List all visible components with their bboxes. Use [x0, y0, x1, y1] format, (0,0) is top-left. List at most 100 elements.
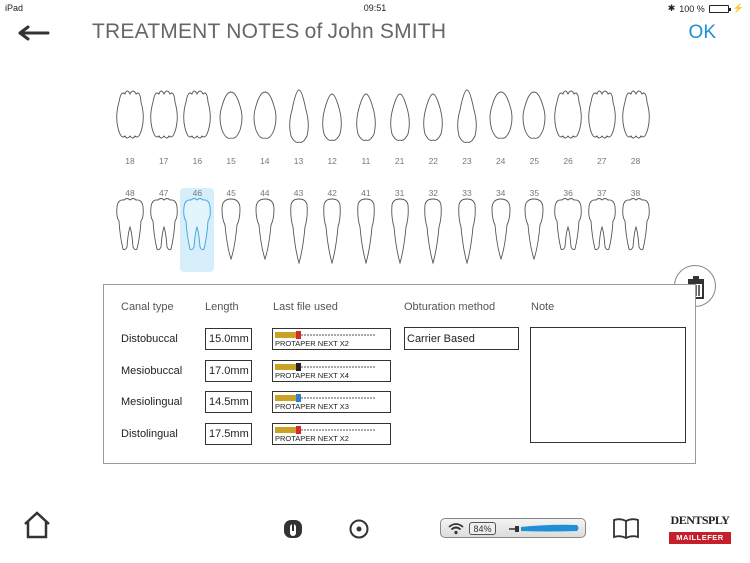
tooth-18[interactable]: 18 [113, 88, 147, 168]
tooth-number: 17 [158, 156, 169, 166]
tooth-drawing [621, 198, 650, 251]
tooth-number: 42 [327, 188, 337, 198]
tooth-41[interactable]: 41 [349, 185, 383, 273]
file-instrument-icon [275, 394, 375, 402]
tooth-36[interactable]: 36 [551, 185, 585, 273]
tooth-drawing [457, 89, 477, 143]
tooth-15[interactable]: 15 [214, 88, 248, 168]
canal-length-field[interactable]: 15.0mm [205, 328, 252, 350]
treatment-notes-panel: Canal type Length Last file used Obturat… [103, 284, 696, 464]
tooth-26[interactable]: 26 [551, 88, 585, 168]
motor-target-icon[interactable] [348, 518, 370, 540]
tooth-number: 47 [158, 188, 169, 198]
tooth-43[interactable]: 43 [282, 185, 316, 273]
canal-length-field[interactable]: 17.0mm [205, 359, 252, 382]
last-file-selector[interactable]: PROTAPER NEXT X4 [272, 359, 391, 382]
tooth-number: 46 [192, 188, 203, 198]
tooth-21[interactable]: 21 [383, 88, 417, 168]
tooth-22[interactable]: 22 [416, 88, 450, 168]
file-instrument-icon [275, 425, 375, 434]
tooth-number: 15 [226, 156, 236, 166]
tooth-drawing [522, 91, 546, 139]
file-name: PROTAPER NEXT X2 [275, 339, 349, 348]
tooth-drawing [322, 93, 342, 141]
last-file-selector[interactable]: PROTAPER NEXT X2 [272, 328, 391, 350]
canal-type-label: Mesiobuccal [121, 364, 183, 377]
note-field[interactable] [530, 327, 686, 443]
tooth-drawing [183, 90, 212, 139]
tooth-drawing [489, 91, 513, 139]
tooth-42[interactable]: 42 [315, 185, 349, 273]
tooth-16[interactable]: 16 [180, 88, 214, 168]
tooth-number: 35 [529, 188, 540, 198]
tooth-38[interactable]: 38 [619, 185, 653, 273]
tooth-13[interactable]: 13 [282, 88, 316, 168]
tooth-drawing [253, 91, 277, 139]
file-instrument-icon [275, 331, 375, 339]
tooth-drawing [183, 198, 212, 251]
apex-locator-icon[interactable] [282, 518, 304, 540]
tooth-48[interactable]: 48 [113, 185, 147, 273]
tooth-25[interactable]: 25 [517, 88, 551, 168]
tooth-number: 38 [630, 188, 641, 198]
motor-battery-percent: 84% [469, 522, 496, 535]
tooth-11[interactable]: 11 [349, 88, 383, 168]
manual-book-icon[interactable] [612, 517, 640, 539]
tooth-drawing [116, 90, 144, 139]
tooth-number: 28 [630, 156, 641, 166]
canal-type-label: Distobuccal [121, 333, 178, 345]
tooth-drawing [288, 89, 309, 143]
tooth-45[interactable]: 45 [214, 185, 248, 273]
tooth-33[interactable]: 33 [450, 185, 484, 273]
tooth-number: 44 [260, 188, 270, 198]
tooth-drawing [356, 93, 376, 141]
tooth-44[interactable]: 44 [248, 185, 282, 273]
tooth-31[interactable]: 31 [383, 185, 417, 273]
tooth-number: 37 [597, 188, 607, 198]
tooth-28[interactable]: 28 [619, 88, 653, 168]
tooth-number: 13 [293, 156, 304, 166]
wifi-icon [448, 523, 464, 535]
handpiece-icon [509, 524, 579, 532]
tooth-46[interactable]: 46 [180, 185, 215, 273]
tooth-37[interactable]: 37 [585, 185, 619, 273]
header-length: Length [205, 301, 239, 313]
tooth-drawing [116, 198, 144, 251]
tooth-35[interactable]: 35 [517, 185, 551, 273]
motor-status-bar[interactable]: 84% [440, 518, 586, 538]
file-instrument-icon [275, 362, 375, 371]
tooth-32[interactable]: 32 [416, 185, 450, 273]
dentsply-logo: DENTSPLY MAILLEFER [667, 513, 733, 547]
canal-type-label: Mesiolingual [121, 396, 183, 408]
tooth-27[interactable]: 27 [585, 88, 619, 168]
home-icon[interactable] [23, 511, 51, 539]
tooth-number: 18 [125, 156, 135, 166]
tooth-drawing [289, 198, 308, 265]
obturation-method-field[interactable]: Carrier Based [404, 327, 519, 350]
tooth-23[interactable]: 23 [450, 88, 484, 168]
last-file-selector[interactable]: PROTAPER NEXT X2 [272, 422, 391, 445]
tooth-34[interactable]: 34 [484, 185, 518, 273]
tooth-drawing [621, 90, 650, 139]
canal-length-field[interactable]: 17.5mm [205, 422, 252, 445]
brand-bottom: MAILLEFER [669, 532, 731, 544]
last-file-selector[interactable]: PROTAPER NEXT X3 [272, 391, 391, 413]
tooth-47[interactable]: 47 [147, 185, 181, 273]
tooth-12[interactable]: 12 [315, 88, 349, 168]
tooth-number: 24 [495, 156, 506, 166]
canal-length-field[interactable]: 14.5mm [205, 391, 252, 413]
tooth-24[interactable]: 24 [484, 88, 518, 168]
tooth-17[interactable]: 17 [147, 88, 181, 168]
tooth-drawing [323, 198, 341, 265]
canal-type-label: Distolingual [121, 427, 178, 440]
tooth-drawing [149, 90, 178, 139]
tooth-drawing [423, 93, 444, 141]
header-last-file: Last file used [273, 301, 338, 313]
tooth-number: 22 [428, 156, 439, 166]
header-note: Note [531, 301, 555, 313]
tooth-number: 14 [260, 156, 270, 166]
header-canal-type: Canal type [121, 301, 174, 313]
tooth-number: 36 [563, 188, 573, 198]
tooth-drawing [524, 198, 544, 261]
tooth-14[interactable]: 14 [248, 88, 282, 168]
